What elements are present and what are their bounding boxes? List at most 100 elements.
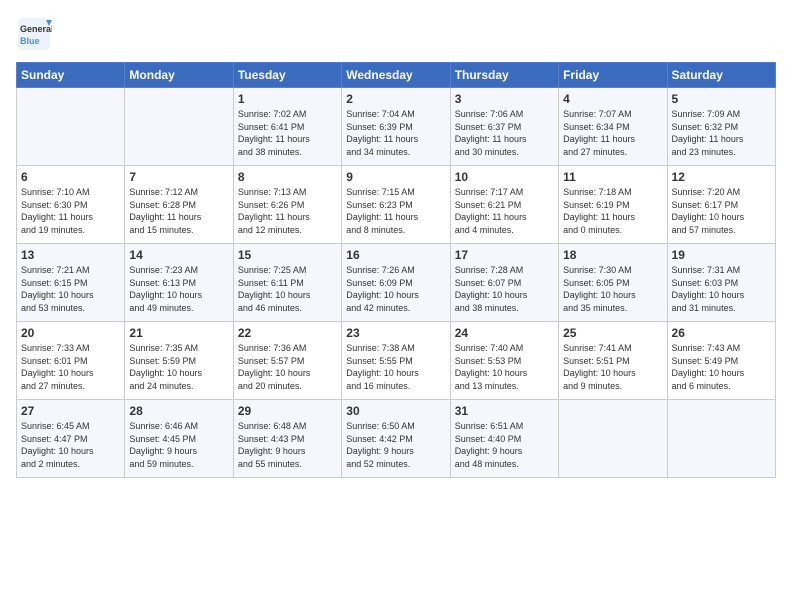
calendar-cell: 10 Sunrise: 7:17 AM Sunset: 6:21 PM Dayli… <box>450 166 558 244</box>
day-number: 23 <box>346 326 445 340</box>
calendar-cell: 9 Sunrise: 7:15 AM Sunset: 6:23 PM Daylig… <box>342 166 450 244</box>
day-info: Sunrise: 7:07 AM Sunset: 6:34 PM Dayligh… <box>563 108 662 158</box>
calendar-cell <box>559 400 667 478</box>
day-number: 2 <box>346 92 445 106</box>
calendar-cell: 13 Sunrise: 7:21 AM Sunset: 6:15 PM Dayli… <box>17 244 125 322</box>
day-info: Sunrise: 7:20 AM Sunset: 6:17 PM Dayligh… <box>672 186 771 236</box>
calendar-week-row: 13 Sunrise: 7:21 AM Sunset: 6:15 PM Dayli… <box>17 244 776 322</box>
day-info: Sunrise: 7:41 AM Sunset: 5:51 PM Dayligh… <box>563 342 662 392</box>
calendar-cell: 14Sunrise: 7:23 AM Sunset: 6:13 PM Dayli… <box>125 244 233 322</box>
day-number: 19 <box>672 248 771 262</box>
calendar-cell: 11 Sunrise: 7:18 AM Sunset: 6:19 PM Dayli… <box>559 166 667 244</box>
day-number: 13 <box>21 248 120 262</box>
calendar-cell <box>667 400 775 478</box>
day-number: 29 <box>238 404 337 418</box>
calendar-cell: 8Sunrise: 7:13 AM Sunset: 6:26 PM Daylig… <box>233 166 341 244</box>
svg-text:Blue: Blue <box>20 36 40 46</box>
day-number: 12 <box>672 170 771 184</box>
day-info: Sunrise: 7:21 AM Sunset: 6:15 PM Dayligh… <box>21 264 120 314</box>
day-number: 7 <box>129 170 228 184</box>
day-number: 5 <box>672 92 771 106</box>
calendar-cell: 3Sunrise: 7:06 AM Sunset: 6:37 PM Daylig… <box>450 88 558 166</box>
calendar-cell: 21 Sunrise: 7:35 AM Sunset: 5:59 PM Dayli… <box>125 322 233 400</box>
day-info: Sunrise: 6:46 AM Sunset: 4:45 PM Dayligh… <box>129 420 228 470</box>
day-info: Sunrise: 7:15 AM Sunset: 6:23 PM Dayligh… <box>346 186 445 236</box>
calendar-table: SundayMondayTuesdayWednesdayThursdayFrid… <box>16 62 776 478</box>
calendar-cell: 24 Sunrise: 7:40 AM Sunset: 5:53 PM Dayli… <box>450 322 558 400</box>
day-info: Sunrise: 7:02 AM Sunset: 6:41 PM Dayligh… <box>238 108 337 158</box>
day-info: Sunrise: 7:13 AM Sunset: 6:26 PM Dayligh… <box>238 186 337 236</box>
day-info: Sunrise: 6:51 AM Sunset: 4:40 PM Dayligh… <box>455 420 554 470</box>
day-number: 15 <box>238 248 337 262</box>
day-info: Sunrise: 6:48 AM Sunset: 4:43 PM Dayligh… <box>238 420 337 470</box>
day-number: 6 <box>21 170 120 184</box>
day-number: 17 <box>455 248 554 262</box>
day-info: Sunrise: 7:33 AM Sunset: 6:01 PM Dayligh… <box>21 342 120 392</box>
calendar-cell: 22 Sunrise: 7:36 AM Sunset: 5:57 PM Dayli… <box>233 322 341 400</box>
day-number: 10 <box>455 170 554 184</box>
calendar-week-row: 27 Sunrise: 6:45 AM Sunset: 4:47 PM Dayli… <box>17 400 776 478</box>
day-info: Sunrise: 7:17 AM Sunset: 6:21 PM Dayligh… <box>455 186 554 236</box>
day-info: Sunrise: 7:43 AM Sunset: 5:49 PM Dayligh… <box>672 342 771 392</box>
day-info: Sunrise: 7:35 AM Sunset: 5:59 PM Dayligh… <box>129 342 228 392</box>
day-info: Sunrise: 7:12 AM Sunset: 6:28 PM Dayligh… <box>129 186 228 236</box>
calendar-cell: 29 Sunrise: 6:48 AM Sunset: 4:43 PM Dayli… <box>233 400 341 478</box>
day-info: Sunrise: 7:40 AM Sunset: 5:53 PM Dayligh… <box>455 342 554 392</box>
day-number: 16 <box>346 248 445 262</box>
day-info: Sunrise: 7:31 AM Sunset: 6:03 PM Dayligh… <box>672 264 771 314</box>
day-info: Sunrise: 7:10 AM Sunset: 6:30 PM Dayligh… <box>21 186 120 236</box>
day-number: 25 <box>563 326 662 340</box>
calendar-cell <box>17 88 125 166</box>
day-info: Sunrise: 7:30 AM Sunset: 6:05 PM Dayligh… <box>563 264 662 314</box>
calendar-cell: 26 Sunrise: 7:43 AM Sunset: 5:49 PM Dayli… <box>667 322 775 400</box>
day-info: Sunrise: 7:26 AM Sunset: 6:09 PM Dayligh… <box>346 264 445 314</box>
day-info: Sunrise: 7:38 AM Sunset: 5:55 PM Dayligh… <box>346 342 445 392</box>
weekday-header: Friday <box>559 63 667 88</box>
calendar-cell: 2 Sunrise: 7:04 AM Sunset: 6:39 PM Daylig… <box>342 88 450 166</box>
day-info: Sunrise: 7:36 AM Sunset: 5:57 PM Dayligh… <box>238 342 337 392</box>
day-number: 26 <box>672 326 771 340</box>
day-info: Sunrise: 6:45 AM Sunset: 4:47 PM Dayligh… <box>21 420 120 470</box>
day-number: 27 <box>21 404 120 418</box>
day-info: Sunrise: 7:04 AM Sunset: 6:39 PM Dayligh… <box>346 108 445 158</box>
calendar-cell: 23 Sunrise: 7:38 AM Sunset: 5:55 PM Dayli… <box>342 322 450 400</box>
logo: General Blue <box>16 16 52 52</box>
day-number: 20 <box>21 326 120 340</box>
svg-text:General: General <box>20 24 52 34</box>
day-number: 18 <box>563 248 662 262</box>
page-container: General Blue SundayMondayTuesdayWednesda… <box>0 0 792 488</box>
header-row: SundayMondayTuesdayWednesdayThursdayFrid… <box>17 63 776 88</box>
day-number: 31 <box>455 404 554 418</box>
calendar-cell: 4 Sunrise: 7:07 AM Sunset: 6:34 PM Daylig… <box>559 88 667 166</box>
calendar-cell <box>125 88 233 166</box>
calendar-cell: 27 Sunrise: 6:45 AM Sunset: 4:47 PM Dayli… <box>17 400 125 478</box>
day-number: 11 <box>563 170 662 184</box>
calendar-cell: 6 Sunrise: 7:10 AM Sunset: 6:30 PM Daylig… <box>17 166 125 244</box>
day-number: 9 <box>346 170 445 184</box>
day-number: 30 <box>346 404 445 418</box>
logo-graphic: General Blue <box>16 16 52 52</box>
calendar-cell: 30 Sunrise: 6:50 AM Sunset: 4:42 PM Dayli… <box>342 400 450 478</box>
day-info: Sunrise: 7:25 AM Sunset: 6:11 PM Dayligh… <box>238 264 337 314</box>
calendar-cell: 15 Sunrise: 7:25 AM Sunset: 6:11 PM Dayli… <box>233 244 341 322</box>
day-info: Sunrise: 7:28 AM Sunset: 6:07 PM Dayligh… <box>455 264 554 314</box>
weekday-header: Wednesday <box>342 63 450 88</box>
day-number: 24 <box>455 326 554 340</box>
weekday-header: Sunday <box>17 63 125 88</box>
calendar-week-row: 6 Sunrise: 7:10 AM Sunset: 6:30 PM Daylig… <box>17 166 776 244</box>
day-number: 4 <box>563 92 662 106</box>
day-number: 28 <box>129 404 228 418</box>
weekday-header: Saturday <box>667 63 775 88</box>
day-number: 22 <box>238 326 337 340</box>
day-info: Sunrise: 6:50 AM Sunset: 4:42 PM Dayligh… <box>346 420 445 470</box>
calendar-cell: 31 Sunrise: 6:51 AM Sunset: 4:40 PM Dayli… <box>450 400 558 478</box>
calendar-cell: 20 Sunrise: 7:33 AM Sunset: 6:01 PM Dayli… <box>17 322 125 400</box>
calendar-cell: 12 Sunrise: 7:20 AM Sunset: 6:17 PM Dayli… <box>667 166 775 244</box>
calendar-week-row: 20 Sunrise: 7:33 AM Sunset: 6:01 PM Dayli… <box>17 322 776 400</box>
day-number: 1 <box>238 92 337 106</box>
day-info: Sunrise: 7:18 AM Sunset: 6:19 PM Dayligh… <box>563 186 662 236</box>
calendar-cell: 16 Sunrise: 7:26 AM Sunset: 6:09 PM Dayli… <box>342 244 450 322</box>
day-number: 14 <box>129 248 228 262</box>
day-number: 21 <box>129 326 228 340</box>
weekday-header: Monday <box>125 63 233 88</box>
